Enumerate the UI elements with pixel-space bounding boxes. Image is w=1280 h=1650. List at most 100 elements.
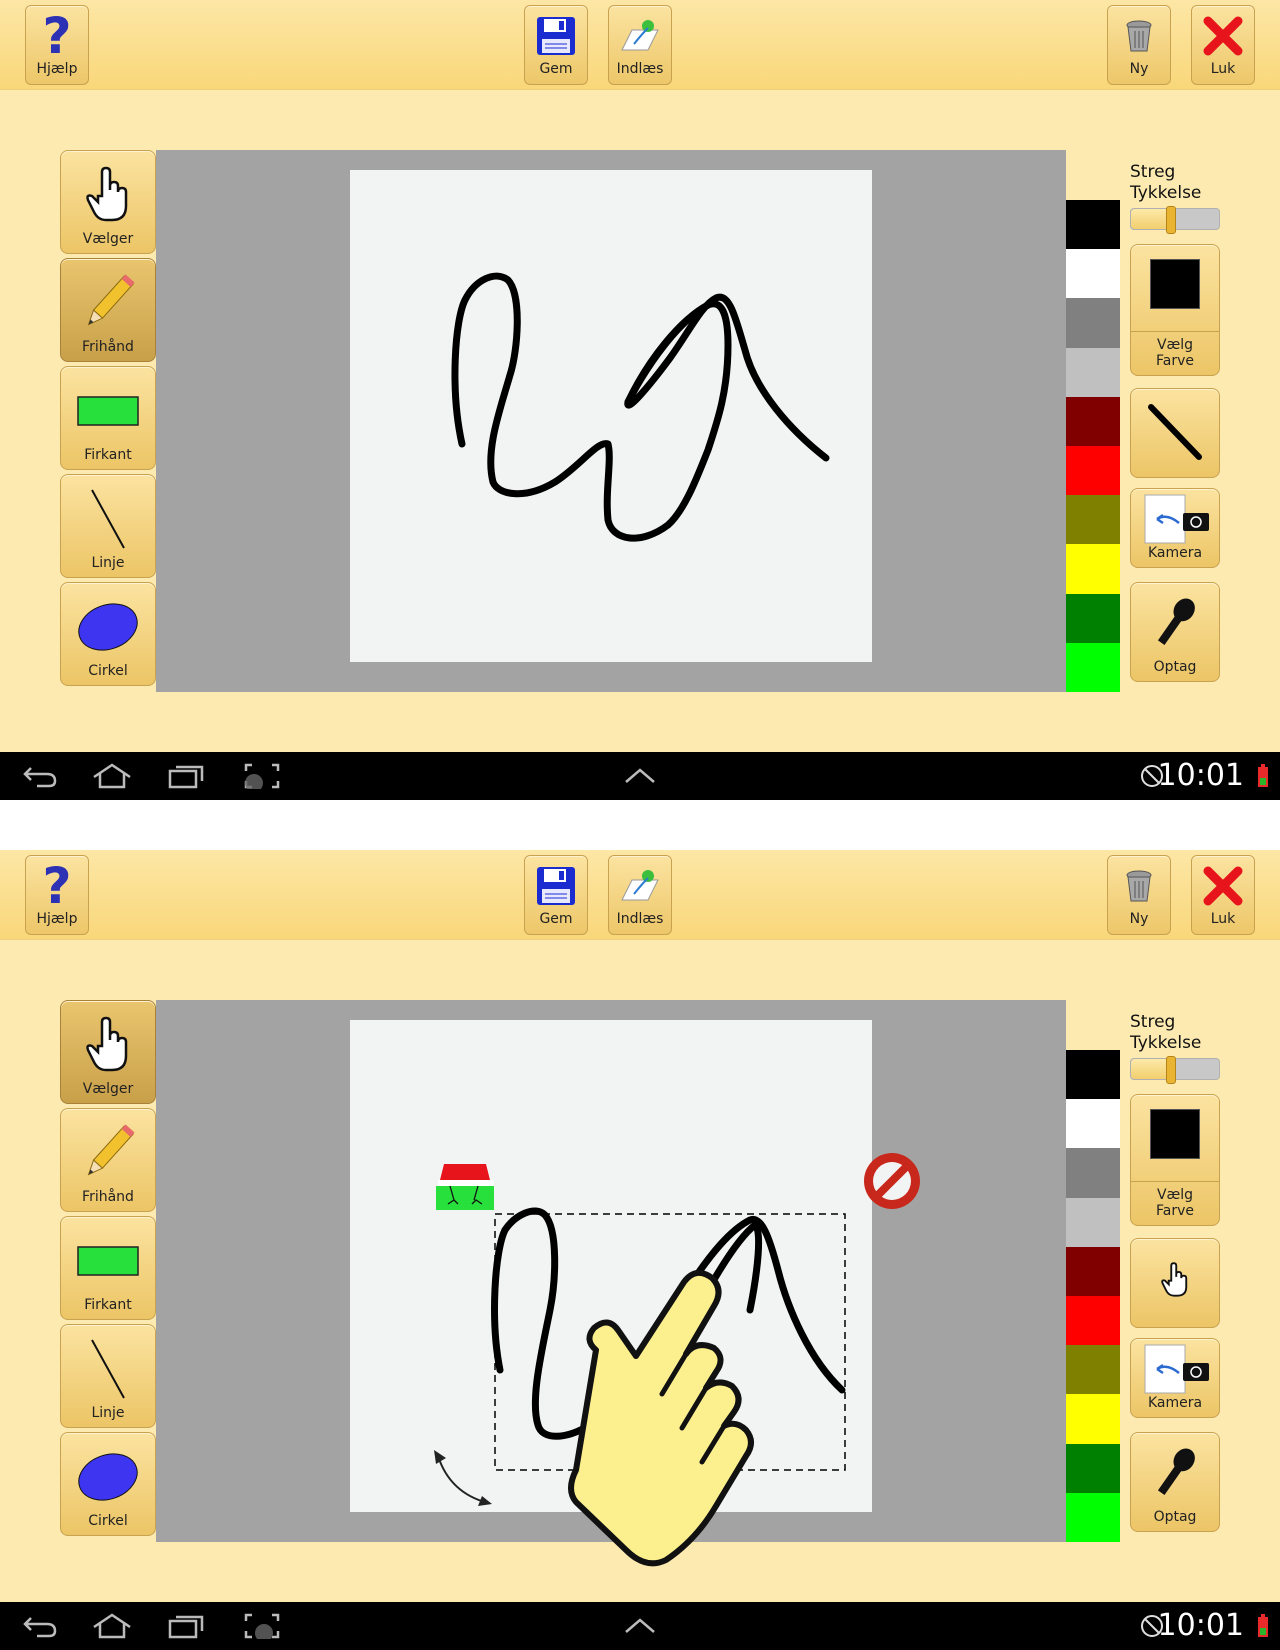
choose-color-button[interactable]: Vælg Farve bbox=[1130, 244, 1220, 376]
screenshot-icon[interactable] bbox=[242, 760, 282, 792]
color-swatch[interactable] bbox=[1066, 1148, 1120, 1198]
tool-rectangle[interactable]: Firkant bbox=[60, 366, 156, 470]
color-swatch[interactable] bbox=[1066, 1197, 1120, 1247]
color-swatch[interactable] bbox=[1066, 1394, 1120, 1444]
color-swatch[interactable] bbox=[1066, 1443, 1120, 1493]
color-swatch[interactable] bbox=[1066, 347, 1120, 397]
stroke-thickness-slider[interactable] bbox=[1130, 206, 1220, 234]
record-label: Optag bbox=[1153, 1509, 1197, 1525]
home-icon[interactable] bbox=[90, 760, 134, 792]
load-button[interactable]: Indlæs bbox=[608, 5, 672, 85]
circle-label: Cirkel bbox=[88, 663, 128, 679]
color-swatch[interactable] bbox=[1066, 1345, 1120, 1395]
slider-thumb[interactable] bbox=[1165, 1056, 1176, 1084]
app-screen-selecting: ? Hjælp Gem Indlæs Ny Luk Vælger Frihånd… bbox=[0, 850, 1280, 1650]
home-icon[interactable] bbox=[90, 1610, 134, 1642]
color-swatch[interactable] bbox=[1066, 593, 1120, 643]
drawing-paper[interactable] bbox=[350, 170, 872, 662]
color-palette bbox=[1066, 200, 1120, 692]
stroke-label-line2: Tykkelse bbox=[1130, 1033, 1202, 1053]
rotate-arrow-icon[interactable] bbox=[430, 1448, 500, 1518]
question-icon: ? bbox=[42, 7, 72, 65]
microphone-icon bbox=[1131, 1443, 1219, 1503]
close-button[interactable]: Luk bbox=[1191, 855, 1255, 935]
help-label: Hjælp bbox=[36, 911, 78, 927]
diagonal-line-icon bbox=[61, 1333, 155, 1405]
color-swatch[interactable] bbox=[1066, 298, 1120, 348]
drawing-paper[interactable] bbox=[350, 1020, 920, 1567]
rect-label: Firkant bbox=[84, 447, 132, 463]
green-rectangle-icon bbox=[61, 375, 155, 447]
canvas-area[interactable] bbox=[156, 1000, 1066, 1567]
green-rectangle-icon bbox=[61, 1225, 155, 1297]
stroke-thickness-label: Streg Tykkelse bbox=[1130, 162, 1201, 204]
canvas-area[interactable] bbox=[156, 150, 1066, 692]
camera-button[interactable]: Kamera bbox=[1130, 1338, 1220, 1418]
close-icon bbox=[1192, 10, 1254, 62]
delete-selection-icon[interactable] bbox=[861, 1150, 923, 1212]
save-button[interactable]: Gem bbox=[524, 855, 588, 935]
color-swatch[interactable] bbox=[1066, 1050, 1120, 1100]
floppy-disk-icon bbox=[525, 10, 587, 62]
stroke-thickness-slider[interactable] bbox=[1130, 1056, 1220, 1084]
color-swatch[interactable] bbox=[1066, 495, 1120, 545]
rect-label: Firkant bbox=[84, 1297, 132, 1313]
color-swatch[interactable] bbox=[1066, 544, 1120, 594]
microphone-icon bbox=[1131, 593, 1219, 653]
tool-select[interactable]: Vælger bbox=[60, 1000, 156, 1104]
color-swatch[interactable] bbox=[1066, 249, 1120, 299]
tool-rectangle[interactable]: Firkant bbox=[60, 1216, 156, 1320]
tool-freehand[interactable]: Frihånd bbox=[60, 1108, 156, 1212]
color-swatch[interactable] bbox=[1066, 642, 1120, 692]
pencil-icon bbox=[61, 267, 155, 339]
choose-color-button[interactable]: Vælg Farve bbox=[1130, 1094, 1220, 1226]
color-swatch[interactable] bbox=[1066, 1492, 1120, 1542]
trash-can-icon bbox=[1108, 860, 1170, 912]
select-mode-button[interactable] bbox=[1130, 1238, 1220, 1328]
tool-circle[interactable]: Cirkel bbox=[60, 1432, 156, 1536]
tool-freehand[interactable]: Frihånd bbox=[60, 258, 156, 362]
tool-circle[interactable]: Cirkel bbox=[60, 582, 156, 686]
color-swatch[interactable] bbox=[1066, 396, 1120, 446]
record-label: Optag bbox=[1153, 659, 1197, 675]
record-button[interactable]: Optag bbox=[1130, 1432, 1220, 1532]
close-button[interactable]: Luk bbox=[1191, 5, 1255, 85]
camera-button[interactable]: Kamera bbox=[1130, 488, 1220, 568]
status-clock: 10:01 bbox=[1157, 758, 1244, 793]
recent-apps-icon[interactable] bbox=[166, 1610, 206, 1642]
selected-color-swatch bbox=[1131, 1109, 1219, 1159]
new-label: Ny bbox=[1129, 61, 1149, 77]
tool-line[interactable]: Linje bbox=[60, 1324, 156, 1428]
color-swatch[interactable] bbox=[1066, 445, 1120, 496]
slider-thumb[interactable] bbox=[1165, 206, 1176, 234]
new-button[interactable]: Ny bbox=[1107, 855, 1171, 935]
chevron-up-icon[interactable] bbox=[620, 1610, 660, 1642]
move-handle-icon[interactable] bbox=[434, 1160, 496, 1212]
back-icon[interactable] bbox=[20, 1610, 60, 1642]
close-label: Luk bbox=[1210, 61, 1236, 77]
choose-color-label: Vælg Farve bbox=[1155, 337, 1194, 369]
record-button[interactable]: Optag bbox=[1130, 582, 1220, 682]
stroke-label-line2: Tykkelse bbox=[1130, 183, 1202, 203]
stroke-thickness-label: Streg Tykkelse bbox=[1130, 1012, 1201, 1054]
new-button[interactable]: Ny bbox=[1107, 5, 1171, 85]
freehand-label: Frihånd bbox=[82, 1189, 134, 1205]
help-button[interactable]: ? Hjælp bbox=[25, 855, 89, 935]
load-button[interactable]: Indlæs bbox=[608, 855, 672, 935]
save-button[interactable]: Gem bbox=[524, 5, 588, 85]
help-button[interactable]: ? Hjælp bbox=[25, 5, 89, 85]
tool-line[interactable]: Linje bbox=[60, 474, 156, 578]
back-icon[interactable] bbox=[20, 760, 60, 792]
color-swatch[interactable] bbox=[1066, 1246, 1120, 1296]
color-swatch[interactable] bbox=[1066, 1295, 1120, 1346]
recent-apps-icon[interactable] bbox=[166, 760, 206, 792]
hand-pointer-icon bbox=[61, 159, 155, 231]
color-swatch[interactable] bbox=[1066, 1099, 1120, 1149]
stroke-style-button[interactable] bbox=[1130, 388, 1220, 478]
selected-color-swatch bbox=[1131, 259, 1219, 309]
chevron-up-icon[interactable] bbox=[620, 760, 660, 792]
color-swatch[interactable] bbox=[1066, 200, 1120, 250]
screenshot-icon[interactable] bbox=[242, 1610, 282, 1642]
blue-ellipse-icon bbox=[61, 591, 155, 663]
tool-select[interactable]: Vælger bbox=[60, 150, 156, 254]
